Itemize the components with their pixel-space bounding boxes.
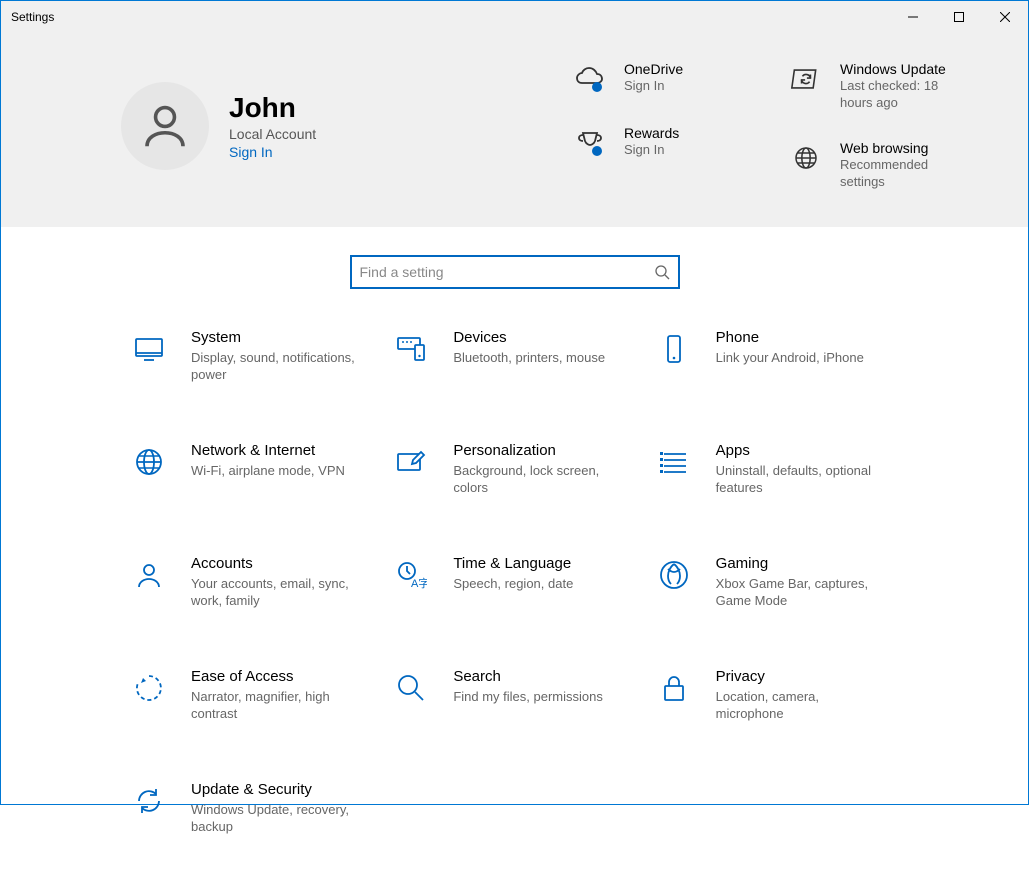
accounts-icon [131, 557, 167, 593]
category-sub: Speech, region, date [453, 575, 573, 593]
category-sub: Windows Update, recovery, backup [191, 801, 361, 836]
category-system[interactable]: System Display, sound, notifications, pow… [131, 329, 373, 384]
svg-text:A字: A字 [411, 576, 427, 590]
quick-web-browsing[interactable]: Web browsing Recommended settings [788, 140, 968, 191]
category-phone[interactable]: Phone Link your Android, iPhone [656, 329, 898, 384]
globe-icon [788, 140, 824, 176]
category-personalization[interactable]: Personalization Background, lock screen, … [393, 442, 635, 497]
categories-grid: System Display, sound, notifications, pow… [1, 329, 1028, 876]
search-input[interactable] [360, 264, 654, 280]
search-box[interactable] [350, 255, 680, 289]
quick-title: OneDrive [624, 61, 683, 77]
category-title: Accounts [191, 555, 361, 572]
category-sub: Link your Android, iPhone [716, 349, 864, 367]
close-icon [1000, 12, 1010, 22]
category-title: Devices [453, 329, 605, 346]
category-title: Privacy [716, 668, 886, 685]
search-icon [654, 264, 670, 280]
network-icon [131, 444, 167, 480]
quick-rewards[interactable]: Rewards Sign In [572, 125, 752, 161]
category-ease-of-access[interactable]: Ease of Access Narrator, magnifier, high … [131, 668, 373, 723]
category-sub: Xbox Game Bar, captures, Game Mode [716, 575, 886, 610]
category-title: Update & Security [191, 781, 361, 798]
category-title: Phone [716, 329, 864, 346]
category-title: Time & Language [453, 555, 573, 572]
onedrive-icon [572, 61, 608, 97]
category-time-language[interactable]: A字 Time & Language Speech, region, date [393, 555, 635, 610]
search-category-icon [393, 670, 429, 706]
category-sub: Background, lock screen, colors [453, 462, 623, 497]
header: John Local Account Sign In OneDrive Sign… [1, 33, 1028, 227]
category-title: Search [453, 668, 603, 685]
person-icon [138, 99, 192, 153]
category-apps[interactable]: Apps Uninstall, defaults, optional featur… [656, 442, 898, 497]
category-title: System [191, 329, 361, 346]
quick-sub: Last checked: 18 hours ago [840, 78, 968, 112]
category-sub: Bluetooth, printers, mouse [453, 349, 605, 367]
category-privacy[interactable]: Privacy Location, camera, microphone [656, 668, 898, 723]
category-search[interactable]: Search Find my files, permissions [393, 668, 635, 723]
category-title: Personalization [453, 442, 623, 459]
minimize-button[interactable] [890, 1, 936, 33]
search-wrap [1, 227, 1028, 329]
profile-text: John Local Account Sign In [229, 92, 316, 160]
update-security-icon [131, 783, 167, 819]
category-title: Apps [716, 442, 886, 459]
privacy-icon [656, 670, 692, 706]
category-sub: Display, sound, notifications, power [191, 349, 361, 384]
quick-sub: Sign In [624, 78, 683, 95]
category-title: Ease of Access [191, 668, 361, 685]
gaming-icon [656, 557, 692, 593]
profile-block: John Local Account Sign In [121, 61, 316, 191]
maximize-button[interactable] [936, 1, 982, 33]
category-sub: Find my files, permissions [453, 688, 603, 706]
windows-update-icon [788, 61, 824, 97]
time-language-icon: A字 [393, 557, 429, 593]
category-title: Gaming [716, 555, 886, 572]
category-sub: Your accounts, email, sync, work, family [191, 575, 361, 610]
phone-icon [656, 331, 692, 367]
category-sub: Narrator, magnifier, high contrast [191, 688, 361, 723]
window-title: Settings [11, 10, 54, 24]
quick-title: Rewards [624, 125, 679, 141]
category-accounts[interactable]: Accounts Your accounts, email, sync, work… [131, 555, 373, 610]
category-sub: Location, camera, microphone [716, 688, 886, 723]
close-button[interactable] [982, 1, 1028, 33]
quick-sub: Sign In [624, 142, 679, 159]
category-update-security[interactable]: Update & Security Windows Update, recover… [131, 781, 373, 836]
category-gaming[interactable]: Gaming Xbox Game Bar, captures, Game Mode [656, 555, 898, 610]
category-devices[interactable]: Devices Bluetooth, printers, mouse [393, 329, 635, 384]
maximize-icon [954, 12, 964, 22]
category-network[interactable]: Network & Internet Wi-Fi, airplane mode, … [131, 442, 373, 497]
titlebar: Settings [1, 1, 1028, 33]
quick-windows-update[interactable]: Windows Update Last checked: 18 hours ag… [788, 61, 968, 112]
signin-link[interactable]: Sign In [229, 144, 316, 160]
quick-onedrive[interactable]: OneDrive Sign In [572, 61, 752, 97]
category-sub: Wi-Fi, airplane mode, VPN [191, 462, 345, 480]
system-icon [131, 331, 167, 367]
apps-icon [656, 444, 692, 480]
quick-links: OneDrive Sign In Rewards Sign In [572, 61, 968, 191]
personalization-icon [393, 444, 429, 480]
account-type: Local Account [229, 126, 316, 142]
category-sub: Uninstall, defaults, optional features [716, 462, 886, 497]
ease-of-access-icon [131, 670, 167, 706]
quick-title: Windows Update [840, 61, 968, 77]
minimize-icon [908, 12, 918, 22]
category-title: Network & Internet [191, 442, 345, 459]
devices-icon [393, 331, 429, 367]
quick-title: Web browsing [840, 140, 968, 156]
window-controls [890, 1, 1028, 33]
avatar [121, 82, 209, 170]
rewards-icon [572, 125, 608, 161]
quick-sub: Recommended settings [840, 157, 968, 191]
user-name: John [229, 92, 316, 124]
